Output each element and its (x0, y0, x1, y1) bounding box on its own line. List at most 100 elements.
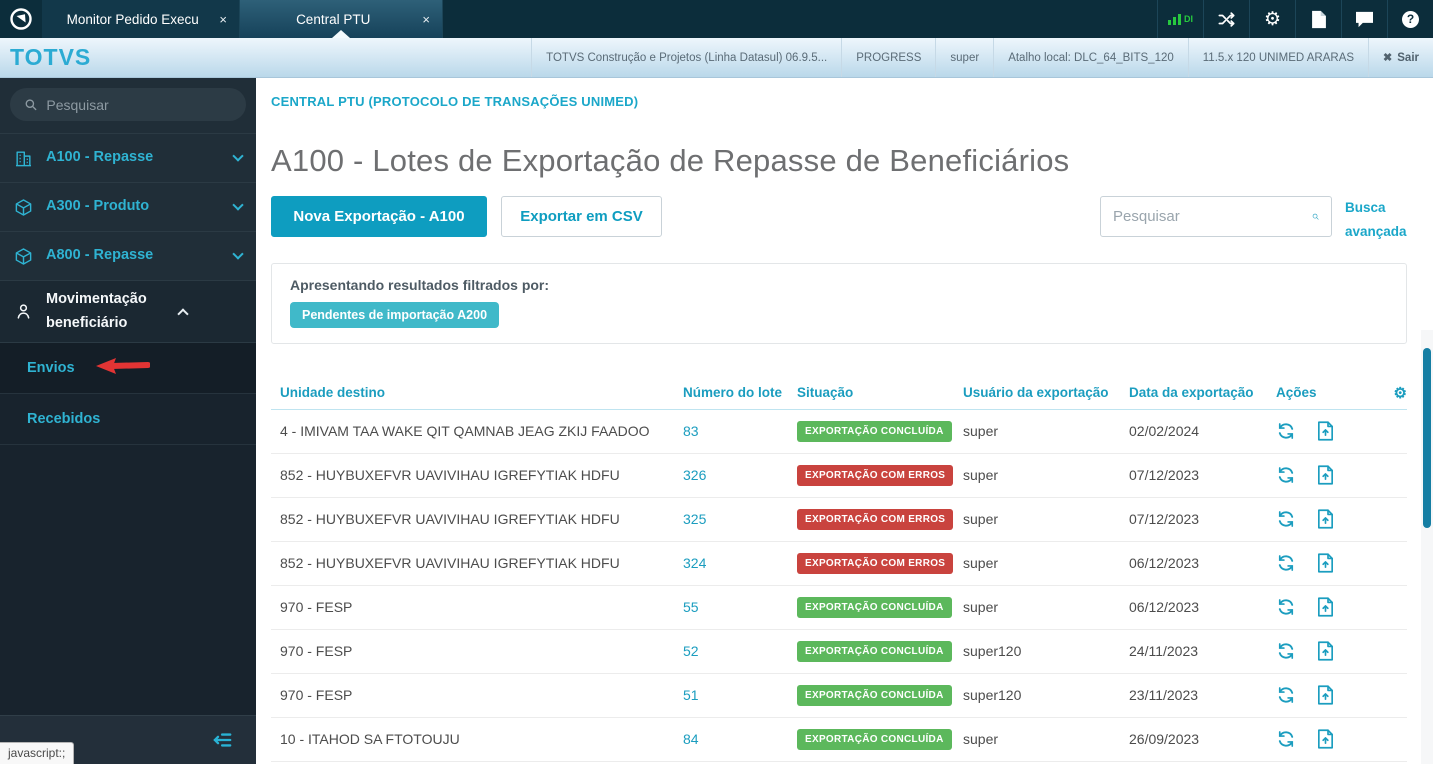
status-link-tooltip: javascript:; (0, 742, 75, 764)
sidebar-item-label: A800 - Repasse (46, 247, 154, 264)
reprocess-icon[interactable] (1276, 685, 1296, 705)
cell-date: 26/09/2023 (1129, 731, 1200, 748)
search-icon[interactable] (1312, 207, 1319, 226)
column-header[interactable]: Usuário da exportação (963, 385, 1129, 400)
logout-label: Sair (1397, 51, 1419, 64)
close-icon: ✖ (1383, 52, 1393, 64)
connection-status-indicator[interactable]: DI (1157, 0, 1203, 38)
active-tab-pointer (332, 30, 350, 38)
lot-number-link[interactable]: 84 (683, 731, 699, 747)
filter-chip[interactable]: Pendentes de importação A200 (290, 301, 500, 328)
export-file-icon[interactable] (1317, 597, 1334, 617)
collapse-sidebar-icon[interactable] (212, 731, 234, 749)
cell-unit: 970 - FESP (280, 599, 353, 616)
status-badge: EXPORTAÇÃO CONCLUÍDA (797, 728, 952, 750)
column-header[interactable]: Data da exportação (1129, 385, 1276, 400)
column-header[interactable]: Unidade destino (271, 385, 683, 400)
export-file-icon[interactable] (1317, 465, 1334, 485)
reprocess-icon[interactable] (1276, 465, 1296, 485)
sidebar-subitem-label: Envios (27, 360, 75, 376)
reprocess-icon[interactable] (1276, 553, 1296, 573)
lot-number-link[interactable]: 83 (683, 423, 699, 439)
cell-date: 07/12/2023 (1129, 467, 1200, 484)
chevron-down-icon (232, 248, 244, 260)
lot-number-link[interactable]: 51 (683, 687, 699, 703)
reprocess-icon[interactable] (1276, 421, 1296, 441)
table-row: 970 - FESP 55 EXPORTAÇÃO CONCLUÍDA super 06/… (271, 586, 1407, 630)
sidebar-item-movimentacao-beneficiario[interactable]: Movimentação beneficiário (0, 281, 256, 343)
export-file-icon[interactable] (1317, 641, 1334, 661)
tab-close-icon[interactable]: × (422, 12, 430, 27)
breadcrumb[interactable]: CENTRAL PTU (PROTOCOLO DE TRANSAÇÕES UNI… (271, 94, 1407, 109)
export-csv-button[interactable]: Exportar em CSV (501, 196, 662, 237)
sidebar-subitem-envios[interactable]: Envios (0, 343, 256, 394)
chat-icon[interactable] (1341, 0, 1387, 38)
cell-date: 06/12/2023 (1129, 555, 1200, 572)
column-header[interactable]: Ações (1276, 385, 1376, 400)
sidebar-item-a800-repasse[interactable]: A800 - Repasse (0, 232, 256, 281)
app-window: Monitor Pedido Execu × Central PTU × DI … (0, 0, 1433, 764)
export-batches-table: Unidade destino Número do lote Situação … (271, 377, 1407, 762)
chevron-up-icon (177, 307, 189, 320)
status-badge: EXPORTAÇÃO CONCLUÍDA (797, 684, 952, 706)
cell-user: super (963, 555, 999, 572)
advanced-search-link[interactable]: Busca avançada (1345, 196, 1407, 245)
cell-user: super (963, 467, 999, 484)
cell-date: 07/12/2023 (1129, 511, 1200, 528)
settings-gear-icon[interactable]: ⚙ (1249, 0, 1295, 38)
sidebar-item-a100-repasse[interactable]: A100 - Repasse (0, 134, 256, 183)
export-file-icon[interactable] (1317, 729, 1334, 749)
sidebar-subitem-recebidos[interactable]: Recebidos (0, 394, 256, 445)
reprocess-icon[interactable] (1276, 641, 1296, 661)
new-export-button[interactable]: Nova Exportação - A100 (271, 196, 487, 237)
lot-number-link[interactable]: 55 (683, 599, 699, 615)
cell-user: super (963, 599, 999, 616)
sidebar-search-input[interactable] (46, 96, 232, 113)
lot-number-link[interactable]: 324 (683, 555, 706, 571)
chevron-down-icon (232, 150, 244, 162)
export-file-icon[interactable] (1317, 509, 1334, 529)
cell-unit: 4 - IMIVAM TAA WAKE QIT QAMNAB JEAG ZKIJ… (280, 423, 650, 440)
scrollbar-track[interactable] (1421, 330, 1433, 764)
tab-monitor-pedido[interactable]: Monitor Pedido Execu × (42, 0, 240, 38)
sidebar-search[interactable] (10, 88, 246, 121)
topbar-icons: DI ⚙ ? (1157, 0, 1433, 38)
export-file-icon[interactable] (1317, 421, 1334, 441)
totvs-logo-icon[interactable] (0, 0, 42, 38)
cell-date: 23/11/2023 (1129, 687, 1199, 704)
status-badge: EXPORTAÇÃO CONCLUÍDA (797, 596, 952, 618)
shuffle-icon[interactable] (1203, 0, 1249, 38)
tab-label: Monitor Pedido Execu (66, 11, 199, 27)
table-search[interactable] (1100, 196, 1332, 237)
cell-date: 02/02/2024 (1129, 423, 1200, 440)
help-icon[interactable]: ? (1387, 0, 1433, 38)
sidebar-submenu: Envios Recebidos (0, 343, 256, 715)
table-search-input[interactable] (1113, 208, 1312, 225)
cell-unit: 852 - HUYBUXEFVR UAVIVIHAU IGREFYTIAK HD… (280, 511, 620, 528)
export-file-icon[interactable] (1317, 685, 1334, 705)
lot-number-link[interactable]: 326 (683, 467, 706, 483)
export-file-icon[interactable] (1317, 553, 1334, 573)
di-label: DI (1184, 14, 1193, 24)
scrollbar-thumb[interactable] (1423, 348, 1431, 528)
logout-button[interactable]: ✖ Sair (1368, 38, 1433, 77)
status-badge: EXPORTAÇÃO COM ERROS (797, 464, 954, 486)
table-row: 970 - FESP 51 EXPORTAÇÃO CONCLUÍDA super120… (271, 674, 1407, 718)
table-settings-gear-icon[interactable]: ⚙ (1394, 385, 1407, 402)
reprocess-icon[interactable] (1276, 509, 1296, 529)
cell-unit: 970 - FESP (280, 687, 353, 704)
reprocess-icon[interactable] (1276, 729, 1296, 749)
document-icon[interactable] (1295, 0, 1341, 38)
lot-number-link[interactable]: 52 (683, 643, 699, 659)
lot-number-link[interactable]: 325 (683, 511, 706, 527)
column-header[interactable]: Situação (797, 385, 963, 400)
reprocess-icon[interactable] (1276, 597, 1296, 617)
column-header[interactable]: Número do lote (683, 385, 797, 400)
sidebar-item-a300-produto[interactable]: A300 - Produto (0, 183, 256, 232)
sidebar-subitem-label: Recebidos (27, 411, 101, 427)
status-badge: EXPORTAÇÃO CONCLUÍDA (797, 640, 952, 662)
tab-close-icon[interactable]: × (219, 12, 227, 27)
env-user: super (935, 38, 993, 77)
tab-central-ptu[interactable]: Central PTU × (240, 0, 443, 38)
main-content: CENTRAL PTU (PROTOCOLO DE TRANSAÇÕES UNI… (256, 78, 1433, 764)
